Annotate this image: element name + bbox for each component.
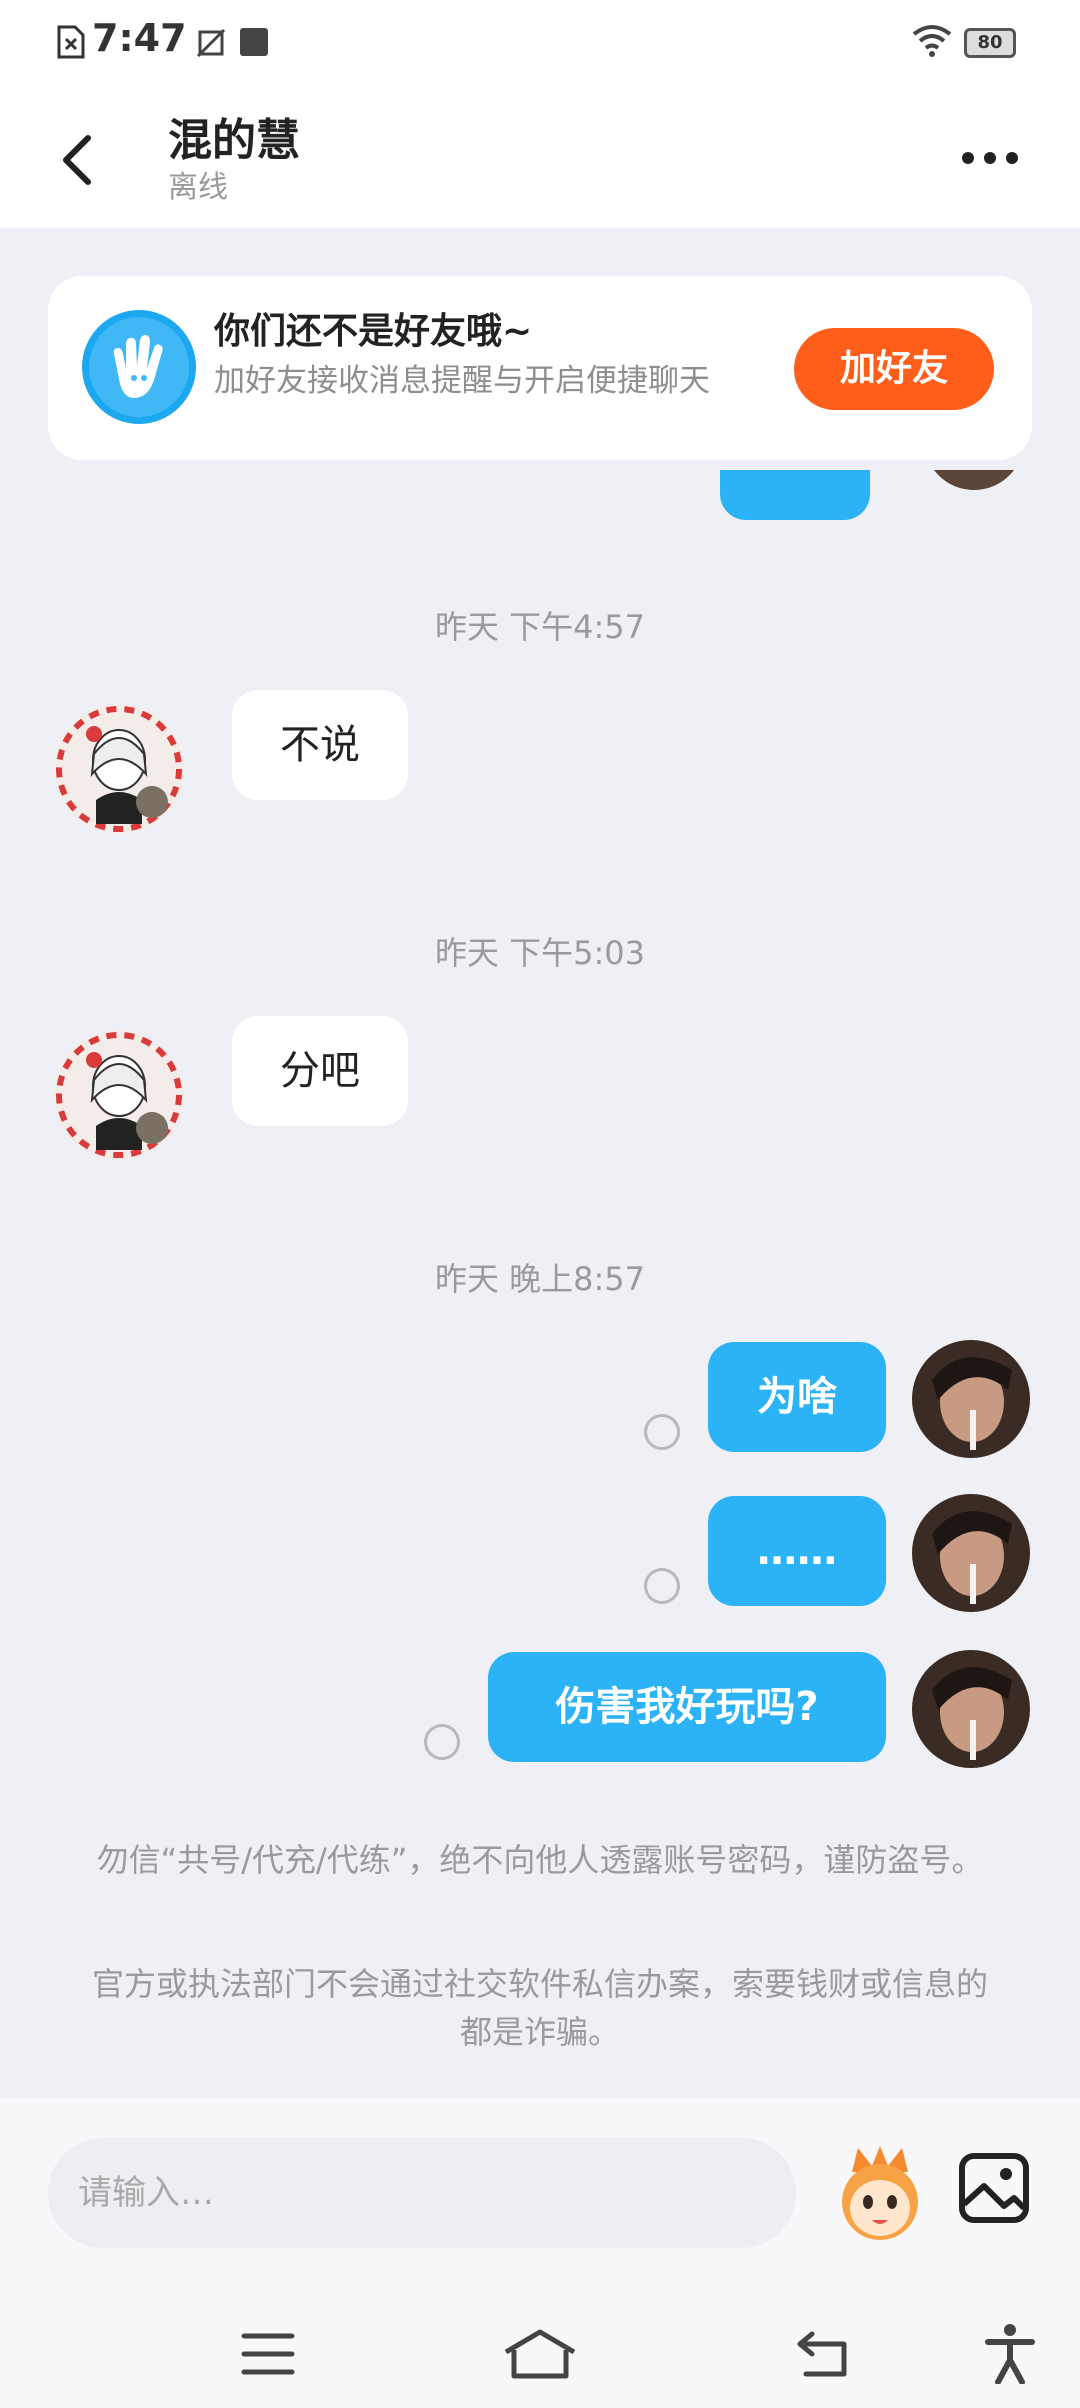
contact-avatar[interactable] — [54, 1030, 184, 1160]
input-bar — [0, 2098, 1080, 2408]
unread-status-icon — [644, 1414, 680, 1450]
my-avatar[interactable] — [912, 1494, 1030, 1612]
message-timestamp: 昨天 下午5:03 — [434, 934, 646, 972]
status-bar: 7:47 80 — [0, 0, 1080, 90]
incoming-message-bubble[interactable]: 分吧 — [232, 1016, 408, 1126]
security-notice-text: 勿信“共号/代充/代练”，绝不向他人透露账号密码，谨防盗号。 — [96, 1841, 984, 1879]
outgoing-message-bubble[interactable]: 为啥 — [708, 1342, 886, 1452]
fraud-notice: 官方或执法部门不会通过社交软件私信办案，索要钱财或信息的都是诈骗。 — [0, 1960, 1080, 2056]
emoji-sticker-icon[interactable] — [832, 2142, 928, 2246]
clipped-avatar — [924, 470, 1024, 490]
status-time: 7:47 — [92, 16, 187, 60]
outgoing-message-bubble[interactable]: 伤害我好玩吗? — [488, 1652, 886, 1762]
home-icon[interactable] — [502, 2328, 578, 2380]
system-nav-bar — [0, 2308, 1080, 2408]
message-input[interactable] — [48, 2138, 796, 2248]
clipped-message-row — [0, 470, 1080, 520]
add-friend-banner: 你们还不是好友哦~ 加好友接收消息提醒与开启便捷聊天 加好友 — [48, 276, 1032, 460]
message-timestamp: 昨天 晚上8:57 — [434, 1260, 646, 1298]
clipped-bubble — [720, 470, 870, 520]
banner-description: 加好友接收消息提醒与开启便捷聊天 — [214, 363, 710, 399]
my-avatar[interactable] — [912, 1340, 1030, 1458]
banner-title: 你们还不是好友哦~ — [214, 311, 533, 352]
wifi-icon — [912, 25, 952, 57]
fraud-notice-text: 官方或执法部门不会通过社交软件私信办案，索要钱财或信息的都是诈骗。 — [91, 1965, 988, 2051]
add-friend-button[interactable]: 加好友 — [794, 328, 994, 410]
security-notice: 勿信“共号/代充/代练”，绝不向他人透露账号密码，谨防盗号。 — [0, 1836, 1080, 1884]
unread-status-icon — [644, 1568, 680, 1604]
more-options-icon[interactable] — [950, 138, 1030, 178]
battery-icon: 80 — [964, 28, 1016, 58]
incoming-message-bubble[interactable]: 不说 — [232, 690, 408, 800]
chat-title[interactable]: 混的慧 — [168, 104, 300, 168]
unread-status-icon — [424, 1724, 460, 1760]
screenshot-off-icon — [196, 28, 226, 58]
message-timestamp: 昨天 下午4:57 — [434, 608, 646, 646]
hand-wave-icon — [82, 310, 196, 424]
menu-icon[interactable] — [240, 2330, 296, 2378]
contact-avatar[interactable] — [54, 704, 184, 834]
image-picker-icon[interactable] — [958, 2152, 1030, 2224]
back-arrow-icon[interactable] — [50, 130, 110, 190]
accessibility-icon[interactable] — [984, 2322, 1036, 2384]
sim-missing-icon — [57, 25, 85, 59]
notification-icon — [240, 28, 268, 56]
online-status: 离线 — [168, 170, 228, 205]
outgoing-message-bubble[interactable]: …… — [708, 1496, 886, 1606]
back-nav-icon[interactable] — [796, 2330, 852, 2378]
chat-header: 混的慧 离线 — [0, 90, 1080, 228]
my-avatar[interactable] — [912, 1650, 1030, 1768]
